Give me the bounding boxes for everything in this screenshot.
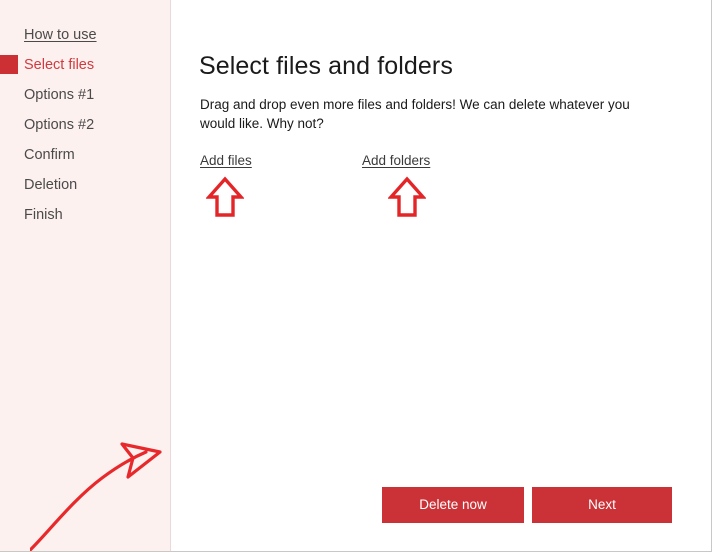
sidebar-item-deletion[interactable]: Deletion xyxy=(0,170,170,200)
up-arrow-icon xyxy=(206,176,244,217)
sidebar-item-select-files[interactable]: Select files xyxy=(0,50,170,80)
sidebar-item-label: Deletion xyxy=(24,176,78,193)
app-window: How to use Select files Options #1 Optio… xyxy=(0,0,712,552)
sidebar-item-label: Confirm xyxy=(24,146,75,163)
page-title: Select files and folders xyxy=(199,52,453,80)
active-step-marker xyxy=(0,55,18,74)
sidebar-item-confirm[interactable]: Confirm xyxy=(0,140,170,170)
sidebar-item-label: Finish xyxy=(24,206,63,223)
sidebar-item-label: How to use xyxy=(24,26,97,43)
next-button[interactable]: Next xyxy=(532,487,672,523)
add-folders-group: Add folders xyxy=(362,152,430,218)
page-description: Drag and drop even more files and folder… xyxy=(200,97,630,131)
annotation-curved-arrow xyxy=(30,442,162,551)
sidebar-item-label: Select files xyxy=(24,56,95,73)
footer-button-row: Delete now Next xyxy=(172,487,711,523)
sidebar: How to use Select files Options #1 Optio… xyxy=(0,0,171,551)
sidebar-item-label: Options #1 xyxy=(24,86,95,103)
sidebar-item-label: Options #2 xyxy=(24,116,95,133)
content-area: Select files and folders Drag and drop e… xyxy=(172,0,711,551)
sidebar-item-options-1[interactable]: Options #1 xyxy=(0,80,170,110)
add-folders-link[interactable]: Add folders xyxy=(362,153,430,168)
sidebar-item-how-to-use[interactable]: How to use xyxy=(0,20,170,50)
sidebar-item-finish[interactable]: Finish xyxy=(0,200,170,230)
sidebar-item-options-2[interactable]: Options #2 xyxy=(0,110,170,140)
delete-now-button[interactable]: Delete now xyxy=(382,487,524,523)
sidebar-nav-list: How to use Select files Options #1 Optio… xyxy=(0,20,170,230)
add-files-link[interactable]: Add files xyxy=(200,153,252,168)
add-files-group: Add files xyxy=(200,152,252,218)
up-arrow-icon xyxy=(388,176,426,217)
